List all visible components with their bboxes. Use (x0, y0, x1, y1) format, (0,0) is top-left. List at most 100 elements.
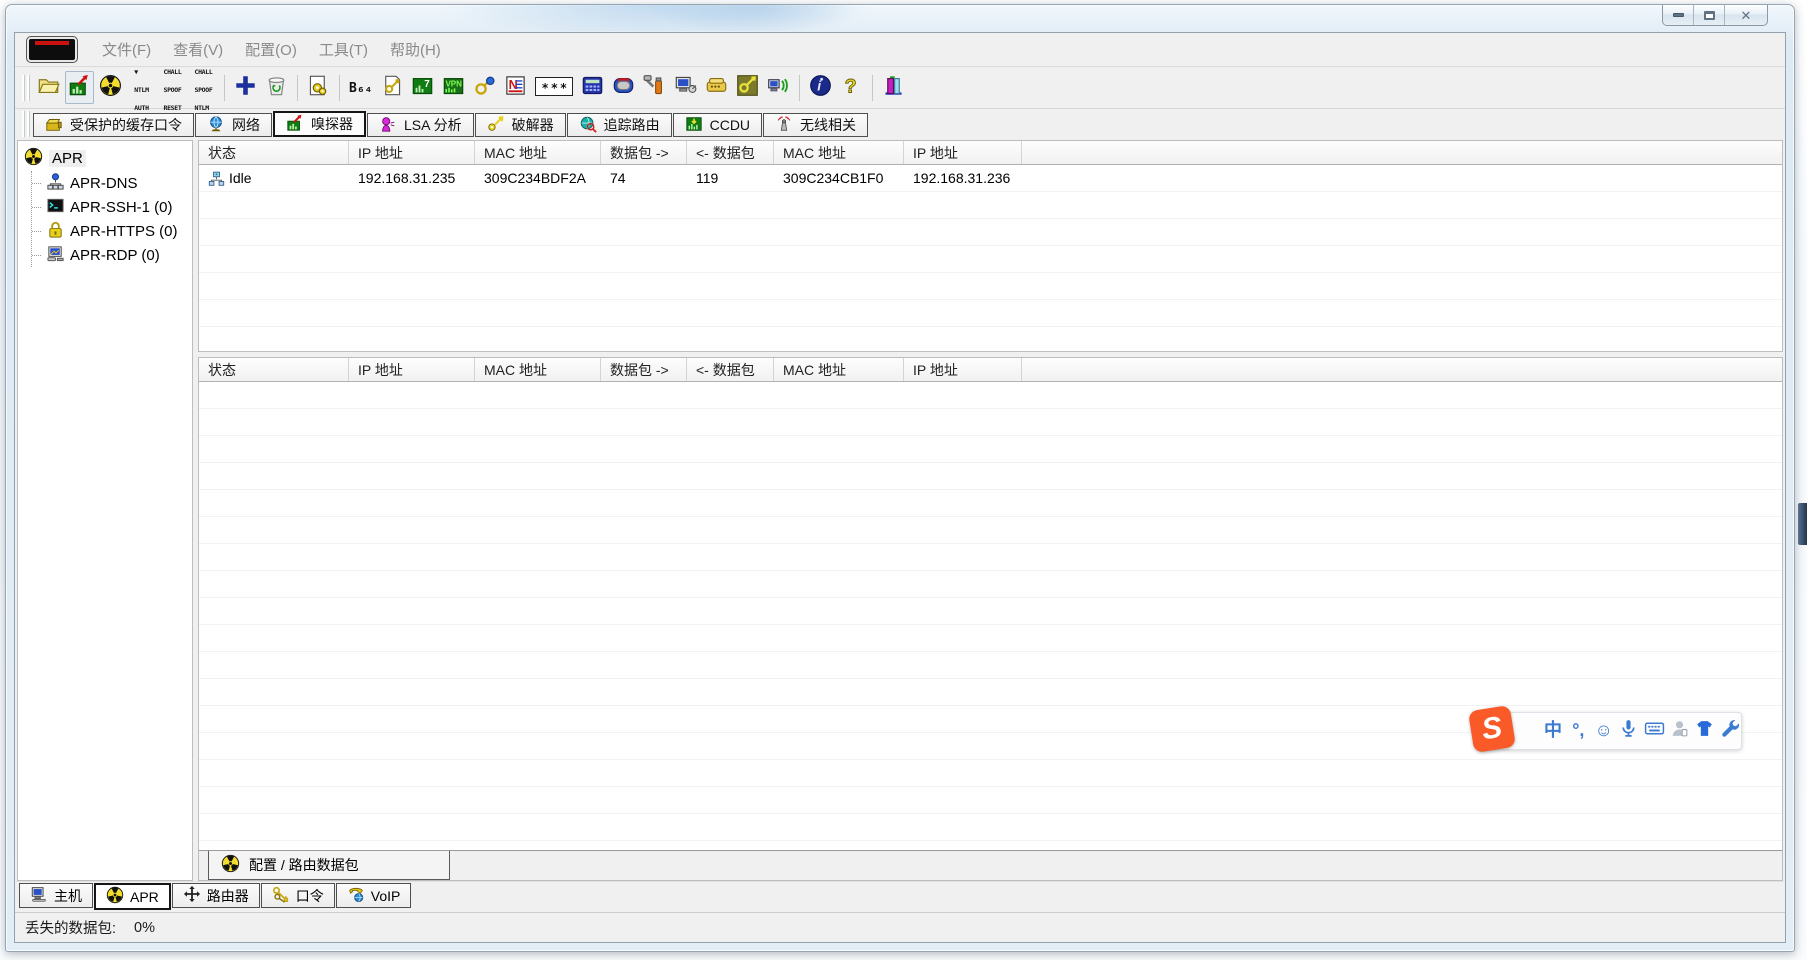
add-to-list-button[interactable] (231, 71, 260, 104)
chinese-mode-icon[interactable]: 中 (1542, 719, 1563, 744)
hash-calculator-button[interactable]: 7 (408, 71, 437, 104)
cisco-type7-decoder-button[interactable] (377, 71, 406, 104)
punctuation-icon[interactable]: °, (1568, 719, 1589, 744)
table-cell: 119 (696, 170, 719, 186)
column-header[interactable]: <- 数据包 (687, 141, 774, 164)
bottom-tab-voip[interactable]: VoIP (335, 883, 412, 908)
maximize-button[interactable] (1694, 5, 1725, 25)
tab-sniffer[interactable]: 嗅探器 (273, 111, 366, 137)
remove-button[interactable] (262, 71, 291, 104)
column-header[interactable]: MAC 地址 (774, 358, 904, 381)
menu-configure[interactable]: 配置(O) (234, 39, 308, 60)
configure-button[interactable] (304, 71, 333, 104)
chall-spoof-reset-icon: CHALL SPOOF RESET (163, 67, 182, 112)
soft-keyboard-icon[interactable] (1644, 719, 1665, 744)
remote-desktop-button[interactable] (671, 71, 700, 104)
remote-desktop-icon (674, 74, 697, 102)
tab-protected-storage[interactable]: 受保护的缓存口令 (33, 113, 194, 137)
apr-entry-row[interactable]: Idle 192.168.31.235 309C234BDF2A 74 119 309C2… (199, 165, 1782, 191)
content-area: APR APR-DNS APR-SSH-1 (0) APR-HTTPS (0) APR… (15, 138, 1785, 881)
emoji-icon[interactable]: ☺ (1593, 719, 1614, 744)
column-header[interactable]: IP 地址 (904, 141, 1022, 164)
open-button[interactable] (34, 71, 63, 104)
column-header[interactable]: IP 地址 (349, 358, 475, 381)
column-header[interactable]: MAC 地址 (774, 141, 904, 164)
close-icon: ✕ (1740, 7, 1752, 23)
toolbar-separator (872, 74, 874, 101)
column-header[interactable]: MAC 地址 (475, 358, 601, 381)
account-icon[interactable] (1669, 719, 1690, 744)
password-decoder-icon: *** (535, 76, 574, 97)
tree-item-apr-ssh[interactable]: APR-SSH-1 (0) (32, 195, 188, 219)
tab-lsa-secrets[interactable]: LSA 分析 (367, 113, 474, 137)
tree-item-apr[interactable]: APR (22, 146, 188, 171)
inner-tab-configuration[interactable]: 配置 / 路由数据包 (208, 851, 450, 880)
ntlm-auth-button[interactable]: ▼ NTLM AUTH (127, 68, 156, 111)
wireless-keys-button[interactable] (470, 71, 499, 104)
tabbar-gripper[interactable] (22, 111, 30, 137)
bottom-tab-apr[interactable]: APR (94, 883, 171, 910)
about-icon: i (809, 74, 832, 102)
menu-view[interactable]: 查看(V) (162, 39, 234, 60)
column-header[interactable]: IP 地址 (349, 141, 475, 164)
tree-item-apr-rdp[interactable]: APR-RDP (0) (32, 243, 188, 267)
tab-wireless[interactable]: 无线相关 (763, 113, 869, 137)
minimize-button[interactable] (1663, 5, 1694, 25)
cisco-vpn-key-button[interactable] (733, 71, 762, 104)
column-header[interactable]: 状态 (199, 141, 349, 164)
start-sniffer-icon (286, 114, 304, 135)
start-stop-sniffer-button[interactable] (65, 71, 94, 104)
column-header[interactable]: 状态 (199, 358, 349, 381)
tab-cracker[interactable]: 破解器 (474, 113, 566, 137)
cisco-config-decoder-button[interactable]: N (501, 71, 530, 104)
tree-item-apr-dns[interactable]: APR-DNS (32, 171, 188, 195)
chall-spoof-ntlm-button[interactable]: CHALL SPOOF NTLM (189, 68, 218, 111)
routing-icon (183, 885, 201, 906)
help-button[interactable]: ? (837, 71, 866, 104)
vpn-decoder-button[interactable]: VPN (439, 71, 468, 104)
calculator-button[interactable] (578, 71, 607, 104)
injector-button[interactable] (640, 71, 669, 104)
sogou-logo-icon[interactable]: S (1467, 704, 1538, 754)
tree-item-apr-https[interactable]: APR-HTTPS (0) (32, 219, 188, 243)
modem-decoder-button[interactable] (702, 71, 731, 104)
title-bar[interactable]: ✕ (6, 5, 1794, 31)
close-button[interactable]: ✕ (1725, 5, 1767, 25)
column-header[interactable]: IP 地址 (904, 358, 1022, 381)
tab-traceroute[interactable]: 追踪路由 (566, 113, 672, 137)
chall-spoof-reset-button[interactable]: CHALL SPOOF RESET (158, 68, 187, 111)
bottom-tab-routing[interactable]: 路由器 (171, 883, 260, 908)
toolbar-gripper[interactable] (22, 74, 30, 101)
voice-input-icon (1618, 718, 1639, 744)
maximize-icon (1703, 10, 1715, 20)
lost-packets-value: 0% (134, 919, 155, 936)
column-header[interactable]: <- 数据包 (687, 358, 774, 381)
voip-icon (347, 885, 365, 906)
column-header[interactable]: 数据包 -> (601, 358, 687, 381)
settings-wrench-icon[interactable] (1720, 719, 1741, 744)
base64-decoder-button[interactable]: B₆₄ (346, 71, 375, 104)
bottom-tab-passwords[interactable]: 口令 (260, 883, 335, 908)
bottom-tab-hosts[interactable]: 主机 (19, 883, 93, 908)
tab-network[interactable]: 网络 (195, 113, 272, 137)
cracker-icon (487, 115, 505, 136)
column-header[interactable]: MAC 地址 (475, 141, 601, 164)
menu-file[interactable]: 文件(F) (91, 39, 162, 60)
table-header: 状态 IP 地址 MAC 地址 数据包 -> <- 数据包 MAC 地址 IP 地址 (199, 358, 1782, 382)
column-header[interactable]: 数据包 -> (601, 141, 687, 164)
menu-tools[interactable]: 工具(T) (308, 39, 379, 60)
ccdu-icon (685, 115, 703, 136)
wireless-scanner-button[interactable] (764, 71, 793, 104)
toolbar-separator (224, 74, 225, 101)
voice-input-icon[interactable] (1618, 719, 1639, 744)
menu-help[interactable]: 帮助(H) (379, 39, 452, 60)
password-decoder-button[interactable]: *** (532, 71, 576, 104)
chinese-mode-icon: 中 (1543, 720, 1562, 740)
start-stop-apr-button[interactable] (96, 71, 125, 104)
exit-button[interactable] (879, 71, 908, 104)
skin-icon[interactable] (1694, 719, 1715, 744)
tab-ccdu[interactable]: CCDU (672, 113, 763, 137)
about-button[interactable]: i (806, 71, 835, 104)
securid-token-button[interactable] (609, 71, 638, 104)
base64-decoder-icon: B₆₄ (349, 80, 373, 96)
